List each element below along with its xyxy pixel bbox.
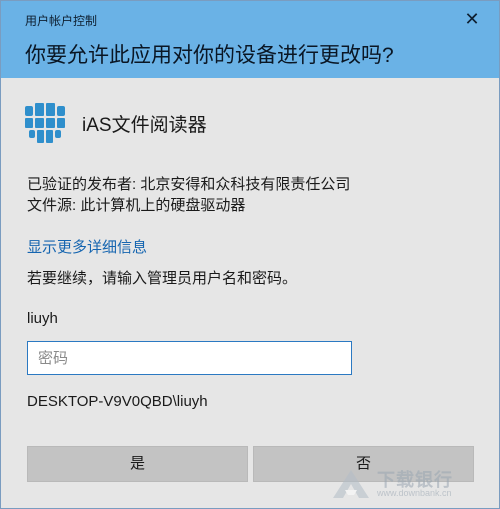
yes-button[interactable]: 是 (27, 446, 248, 482)
close-button[interactable]: ✕ (459, 6, 485, 32)
username-label: liuyh (27, 310, 58, 327)
dialog-question: 你要允许此应用对你的设备进行更改吗? (25, 44, 394, 67)
app-name: iAS文件阅读器 (82, 114, 207, 136)
app-grid-icon (25, 103, 65, 143)
password-input[interactable] (27, 341, 352, 375)
show-more-details-link[interactable]: 显示更多详细信息 (27, 236, 147, 257)
watermark: 下载银行 www.downbank.cn (331, 464, 491, 504)
app-info: iAS文件阅读器 (25, 103, 207, 143)
credentials-prompt: 若要继续，请输入管理员用户名和密码。 (27, 270, 298, 287)
file-origin-text: 文件源: 此计算机上的硬盘驱动器 (27, 197, 246, 214)
publisher-text: 已验证的发布者: 北京安得和众科技有限责任公司 (27, 176, 351, 193)
domain-user-text: DESKTOP-V9V0QBD\liuyh (27, 393, 208, 410)
dialog-header: 用户帐户控制 ✕ 你要允许此应用对你的设备进行更改吗? (1, 1, 499, 78)
close-icon: ✕ (464, 9, 480, 29)
uac-dialog: 用户帐户控制 ✕ 你要允许此应用对你的设备进行更改吗? iAS文件阅读器 已验证… (0, 0, 500, 509)
watermark-url: www.downbank.cn (377, 488, 452, 498)
watermark-logo-icon (333, 470, 369, 498)
window-title: 用户帐户控制 (25, 14, 98, 28)
